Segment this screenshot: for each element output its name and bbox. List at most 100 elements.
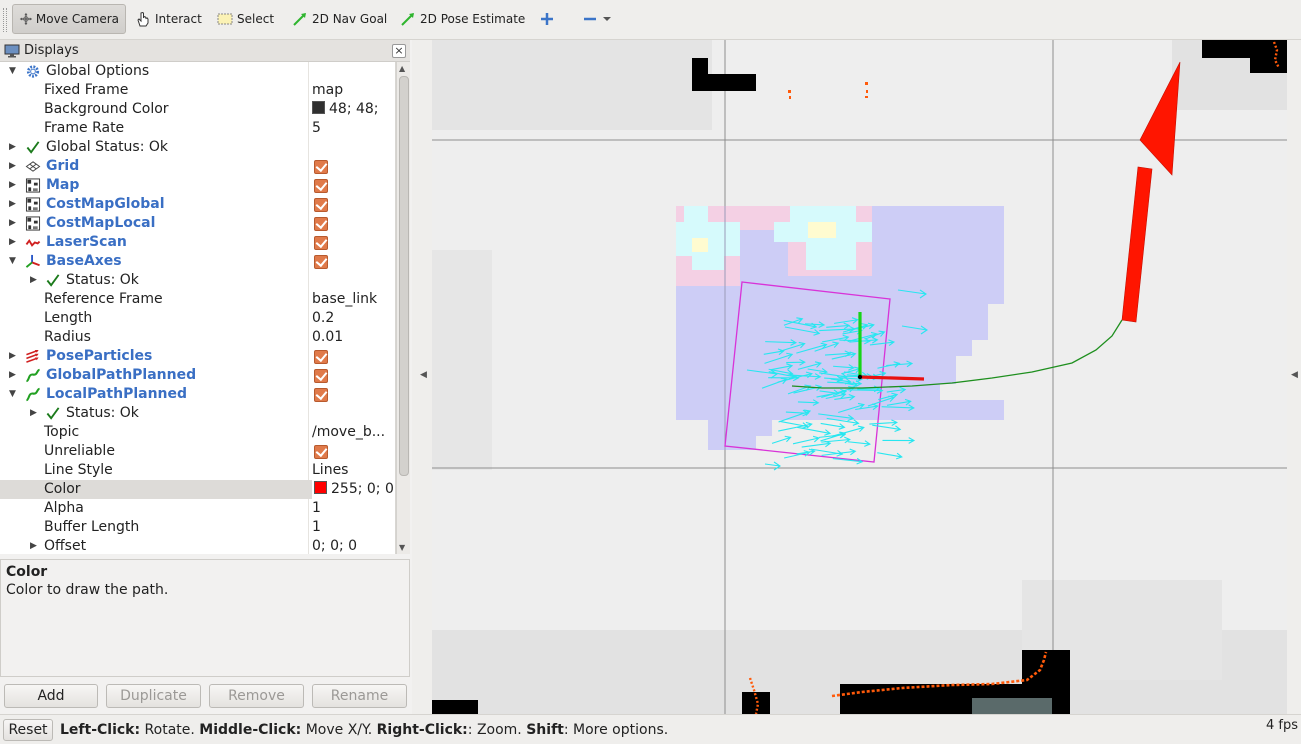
interact-button[interactable]: Interact <box>128 4 208 34</box>
chevron-right-icon[interactable]: ▶ <box>30 271 37 290</box>
enable-checkbox[interactable] <box>314 369 328 383</box>
tree-row-global-status[interactable]: ▶ Global Status: Ok <box>0 138 395 157</box>
panel-splitter[interactable]: ◀ <box>412 40 432 714</box>
rename-button[interactable]: Rename <box>312 684 407 708</box>
chevron-right-icon[interactable]: ▶ <box>30 404 37 423</box>
chevron-right-icon[interactable]: ▶ <box>9 176 16 195</box>
property-label: Background Color <box>44 101 169 117</box>
property-value[interactable]: 5 <box>312 119 321 138</box>
scrollbar-thumb[interactable] <box>399 76 409 476</box>
tree-label: LaserScan <box>46 234 127 250</box>
hint-text: : Zoom. <box>467 722 527 738</box>
tree-row-global-options[interactable]: ▼ Global Options <box>0 62 395 81</box>
tree-row-baseaxes[interactable]: ▼ BaseAxes <box>0 252 395 271</box>
tree-row-map[interactable]: ▶ Map <box>0 176 395 195</box>
chevron-right-icon[interactable]: ▶ <box>9 233 16 252</box>
chevron-down-icon[interactable]: ▼ <box>9 252 16 271</box>
tree-row-local-path-status[interactable]: ▶ Status: Ok <box>0 404 395 423</box>
remove-tool-button[interactable] <box>575 4 618 34</box>
tree-row-fixed-frame[interactable]: Fixed Frame map <box>0 81 395 100</box>
enable-checkbox[interactable] <box>314 388 328 402</box>
right-splitter[interactable]: ◀ <box>1287 40 1301 714</box>
nav-goal-button[interactable]: 2D Nav Goal <box>285 4 393 34</box>
property-value[interactable]: Lines <box>312 461 348 480</box>
enable-checkbox[interactable] <box>314 236 328 250</box>
tree-label: PoseParticles <box>46 348 153 364</box>
chevron-down-icon[interactable]: ▼ <box>9 62 16 81</box>
remove-button[interactable]: Remove <box>209 684 304 708</box>
tree-row-topic[interactable]: Topic /move_b... <box>0 423 395 442</box>
add-button[interactable]: Add <box>4 684 98 708</box>
enable-checkbox[interactable] <box>314 255 328 269</box>
unreliable-checkbox[interactable] <box>314 445 328 459</box>
property-label: Length <box>44 310 93 326</box>
property-label: Color <box>44 481 81 497</box>
tree-label: GlobalPathPlanned <box>46 367 197 383</box>
property-value[interactable]: map <box>312 81 343 100</box>
tree-row-frame-rate[interactable]: Frame Rate 5 <box>0 119 395 138</box>
scroll-down-icon[interactable]: ▼ <box>399 543 405 552</box>
tree-row-buffer-length[interactable]: Buffer Length 1 <box>0 518 395 537</box>
hint-text: Rotate. <box>140 722 200 738</box>
property-label: Alpha <box>44 500 84 516</box>
enable-checkbox[interactable] <box>314 179 328 193</box>
property-value[interactable]: 1 <box>312 499 321 518</box>
select-button[interactable]: Select <box>210 4 280 34</box>
tree-row-global-path[interactable]: ▶ GlobalPathPlanned <box>0 366 395 385</box>
chevron-right-icon[interactable]: ▶ <box>9 366 16 385</box>
tree-row-pose-particles[interactable]: ▶ PoseParticles <box>0 347 395 366</box>
enable-checkbox[interactable] <box>314 217 328 231</box>
tree-row-local-path[interactable]: ▼ LocalPathPlanned <box>0 385 395 404</box>
tree-row-color[interactable]: Color 255; 0; 0 <box>0 480 395 499</box>
pose-estimate-button[interactable]: 2D Pose Estimate <box>393 4 531 34</box>
property-value[interactable]: 48; 48; <box>312 100 379 119</box>
property-value[interactable]: 255; 0; 0 <box>312 480 395 499</box>
property-value[interactable]: 0.2 <box>312 309 334 328</box>
tree-row-reference-frame[interactable]: Reference Frame base_link <box>0 290 395 309</box>
tree-row-costmap-local[interactable]: ▶ CostMapLocal <box>0 214 395 233</box>
enable-checkbox[interactable] <box>314 350 328 364</box>
hint-key: Middle-Click: <box>199 722 302 738</box>
tree-row-offset[interactable]: ▶ Offset 0; 0; 0 <box>0 537 395 554</box>
enable-checkbox[interactable] <box>314 160 328 174</box>
chevron-right-icon[interactable]: ▶ <box>9 347 16 366</box>
tree-row-line-style[interactable]: Line Style Lines <box>0 461 395 480</box>
tree-row-unreliable[interactable]: Unreliable <box>0 442 395 461</box>
chevron-left-icon[interactable]: ◀ <box>420 370 427 380</box>
green-arrow-icon <box>293 13 306 26</box>
color-swatch <box>312 101 325 114</box>
chevron-down-icon[interactable]: ▼ <box>9 385 16 404</box>
enable-checkbox[interactable] <box>314 198 328 212</box>
chevron-left-icon[interactable]: ◀ <box>1291 370 1298 380</box>
tree-row-alpha[interactable]: Alpha 1 <box>0 499 395 518</box>
tree-row-grid[interactable]: ▶ Grid <box>0 157 395 176</box>
chevron-right-icon[interactable]: ▶ <box>30 537 37 554</box>
chevron-right-icon[interactable]: ▶ <box>9 214 16 233</box>
render-viewport[interactable] <box>432 40 1287 714</box>
property-value[interactable]: 1 <box>312 518 321 537</box>
chevron-right-icon[interactable]: ▶ <box>9 138 16 157</box>
axes-icon <box>25 254 40 268</box>
toolbar-grip[interactable] <box>3 8 7 32</box>
close-icon[interactable]: × <box>392 44 406 58</box>
pose-estimate-label: 2D Pose Estimate <box>420 12 526 26</box>
tree-row-laserscan[interactable]: ▶ LaserScan <box>0 233 395 252</box>
tree-row-radius[interactable]: Radius 0.01 <box>0 328 395 347</box>
property-value[interactable]: /move_b... <box>312 423 385 442</box>
tree-row-costmap-global[interactable]: ▶ CostMapGlobal <box>0 195 395 214</box>
reset-button[interactable]: Reset <box>3 719 53 741</box>
chevron-right-icon[interactable]: ▶ <box>9 195 16 214</box>
tree-row-length[interactable]: Length 0.2 <box>0 309 395 328</box>
duplicate-button[interactable]: Duplicate <box>106 684 201 708</box>
add-tool-button[interactable] <box>532 4 565 34</box>
property-value[interactable]: base_link <box>312 290 377 309</box>
property-value[interactable]: 0.01 <box>312 328 343 347</box>
scroll-up-icon[interactable]: ▲ <box>399 64 405 73</box>
chevron-right-icon[interactable]: ▶ <box>9 157 16 176</box>
tree-row-baseaxes-status[interactable]: ▶ Status: Ok <box>0 271 395 290</box>
move-camera-button[interactable]: Move Camera <box>12 4 126 34</box>
property-value[interactable]: 0; 0; 0 <box>312 537 357 554</box>
chevron-down-icon <box>603 17 611 21</box>
tree-row-background-color[interactable]: Background Color 48; 48; <box>0 100 395 119</box>
tree-scrollbar[interactable]: ▲ ▼ <box>396 62 410 554</box>
